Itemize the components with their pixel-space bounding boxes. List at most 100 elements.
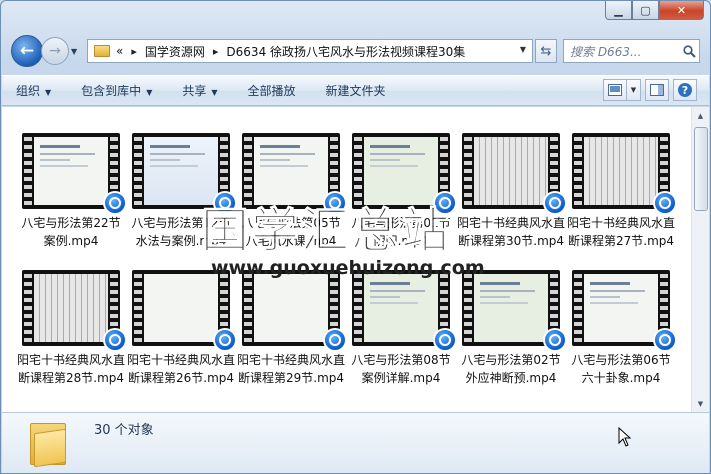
file-name: 八宅与形法第05节八宅风水课.mp4 [241,216,341,248]
file-name: 阳宅十书经典风水直断课程第26节.mp4 [127,353,235,385]
file-name: 阳宅十书经典风水直断课程第30节.mp4 [457,216,565,248]
caption-buttons: ▁ ▢ ✕ [605,1,704,20]
maximize-icon: ▢ [640,3,651,17]
media-player-icon [103,191,127,215]
address-dropdown-icon[interactable]: ▼ [520,45,526,54]
media-player-icon [323,328,347,352]
file-item[interactable]: 八宅与形法第06节六十卦象.mp4 [566,270,677,387]
media-player-icon [433,191,457,215]
file-grid: 八宅与形法第22节案例.mp4 八宅与形法第12节水法与案例.mp4 八宅与形法第0… [16,133,677,387]
media-player-icon [653,328,677,352]
video-thumbnail[interactable] [242,270,347,352]
breadcrumb-item[interactable]: 国学资源网 [145,43,205,60]
media-player-icon [433,328,457,352]
change-view-button[interactable] [603,79,627,101]
view-controls: ▼ ? [599,79,697,101]
file-name: 八宅与形法第06节六十卦象.mp4 [571,353,671,385]
file-name: 八宅与形法第12节水法与案例.mp4 [131,216,231,248]
address-bar[interactable]: « ▸ 国学资源网 ▸ D6634 徐政扬八宅风水与形法视频课程30集 ▼ [87,39,533,63]
media-player-icon [653,191,677,215]
media-player-icon [543,191,567,215]
file-item[interactable]: 阳宅十书经典风水直断课程第28节.mp4 [16,270,127,387]
include-in-library-menu[interactable]: 包含到库中 ▼ [81,82,152,99]
chevron-down-icon: ▼ [630,86,637,94]
file-item[interactable]: 八宅与形法第22节案例.mp4 [16,133,127,250]
video-thumbnail[interactable] [572,270,677,352]
close-button[interactable]: ✕ [659,1,704,20]
file-item[interactable]: 阳宅十书经典风水直断课程第27节.mp4 [566,133,677,250]
file-item[interactable]: 八宅与形法第01节阴阳.mp4 [346,133,457,250]
search-placeholder: 搜索 D663... [570,44,642,59]
video-thumbnail[interactable] [22,133,127,215]
mouse-cursor-icon [618,427,632,447]
breadcrumb-separator[interactable]: ▸ [131,45,137,58]
media-player-icon [213,328,237,352]
breadcrumb-item-current[interactable]: D6634 徐政扬八宅风水与形法视频课程30集 [226,43,465,60]
folder-icon [30,419,66,468]
forward-arrow-icon: → [49,43,61,59]
chevron-down-icon: ▼ [45,88,52,97]
maximize-button[interactable]: ▢ [632,1,659,20]
video-thumbnail[interactable] [132,270,237,352]
file-item[interactable]: 八宅与形法第12节水法与案例.mp4 [126,133,237,250]
preview-pane-icon [650,84,664,96]
chevron-down-icon: ▼ [146,88,153,97]
share-menu[interactable]: 共享 ▼ [182,82,217,99]
preview-pane-button[interactable] [645,79,669,101]
video-thumbnail[interactable] [22,270,127,352]
video-thumbnail[interactable] [462,270,567,352]
recent-pages-dropdown[interactable]: ▼ [71,47,83,56]
file-name: 阳宅十书经典风水直断课程第27节.mp4 [567,216,675,248]
minimize-button[interactable]: ▁ [605,1,632,20]
item-count: 30 个对象 [94,423,154,438]
breadcrumb-overflow[interactable]: « [116,44,123,58]
back-arrow-icon: ← [19,41,35,61]
file-item[interactable]: 阳宅十书经典风水直断课程第26节.mp4 [126,270,237,387]
video-thumbnail[interactable] [352,270,457,352]
chevron-down-icon: ▼ [211,88,218,97]
media-player-icon [213,191,237,215]
search-input[interactable]: 搜索 D663... [563,39,700,63]
file-name: 八宅与形法第02节外应神断预.mp4 [461,353,561,385]
new-folder-button[interactable]: 新建文件夹 [326,82,386,99]
view-options-dropdown[interactable]: ▼ [627,79,641,101]
scroll-up-icon[interactable]: ▲ [692,107,709,124]
video-thumbnail[interactable] [462,133,567,215]
forward-button[interactable]: → [41,37,69,65]
scroll-down-icon[interactable]: ▼ [692,395,709,412]
folder-icon [94,45,110,57]
file-name: 八宅与形法第01节阴阳.mp4 [351,216,451,248]
refresh-button[interactable]: ⇆ [535,39,557,63]
help-icon: ? [678,83,692,97]
scrollbar-thumb[interactable] [694,127,708,211]
video-thumbnail[interactable] [242,133,347,215]
refresh-icon: ⇆ [540,43,552,59]
file-item[interactable]: 八宅与形法第05节八宅风水课.mp4 [236,133,347,250]
video-thumbnail[interactable] [572,133,677,215]
file-item[interactable]: 阳宅十书经典风水直断课程第30节.mp4 [456,133,567,250]
organize-menu[interactable]: 组织 ▼ [16,82,51,99]
breadcrumb-separator[interactable]: ▸ [213,45,219,58]
search-icon[interactable] [679,44,699,58]
file-name: 八宅与形法第08节案例详解.mp4 [351,353,451,385]
media-player-icon [323,191,347,215]
file-item[interactable]: 八宅与形法第08节案例详解.mp4 [346,270,457,387]
minimize-icon: ▁ [614,3,623,17]
file-item[interactable]: 阳宅十书经典风水直断课程第29节.mp4 [236,270,347,387]
close-icon: ✕ [676,3,687,17]
help-button[interactable]: ? [673,79,697,101]
file-item[interactable]: 八宅与形法第02节外应神断预.mp4 [456,270,567,387]
details-pane: 30 个对象 [2,412,709,473]
play-all-button[interactable]: 全部播放 [248,82,296,99]
explorer-window: ▁ ▢ ✕ ← → ▼ « ▸ 国学资源网 ▸ D6634 徐政扬八宅风水与形法… [0,0,711,474]
back-button[interactable]: ← [11,35,43,67]
video-thumbnail[interactable] [352,133,457,215]
view-icon [608,84,622,96]
vertical-scrollbar[interactable]: ▲ ▼ [691,107,709,412]
file-name: 阳宅十书经典风水直断课程第28节.mp4 [17,353,125,385]
video-thumbnail[interactable] [132,133,237,215]
file-list-area[interactable]: 八宅与形法第22节案例.mp4 八宅与形法第12节水法与案例.mp4 八宅与形法第0… [2,107,691,412]
svg-text:?: ? [682,84,688,97]
chevron-down-icon: ▼ [71,46,78,56]
navigation-bar: ← → ▼ « ▸ 国学资源网 ▸ D6634 徐政扬八宅风水与形法视频课程30… [11,35,700,67]
